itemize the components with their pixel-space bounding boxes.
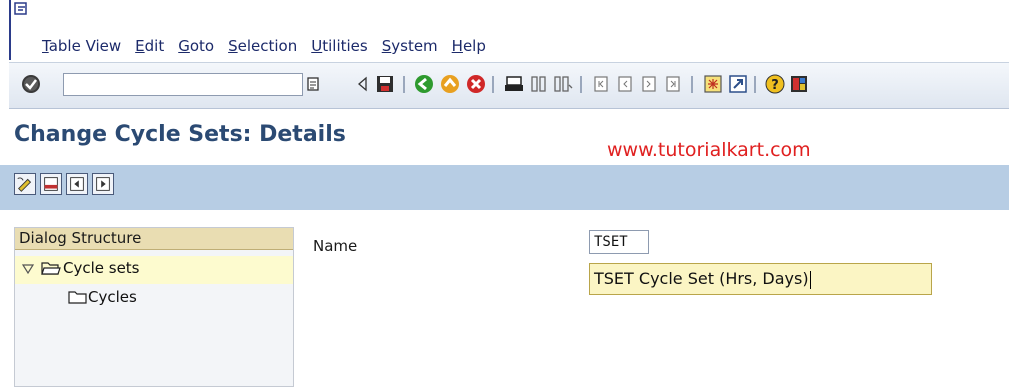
last-page-icon[interactable] <box>662 73 684 95</box>
menu-utilities[interactable]: Utilities <box>311 37 367 57</box>
find-next-icon[interactable] <box>552 73 574 95</box>
print-icon[interactable] <box>503 73 525 95</box>
delete-entry-icon[interactable] <box>40 173 62 195</box>
prev-page-icon[interactable] <box>614 73 636 95</box>
enter-icon[interactable] <box>20 73 42 95</box>
new-session-icon[interactable] <box>702 73 724 95</box>
open-folder-icon <box>41 262 61 275</box>
toolbar-separator <box>754 76 756 93</box>
system-menu-icon[interactable] <box>14 2 28 16</box>
display-change-icon[interactable] <box>14 173 36 195</box>
shortcut-icon[interactable] <box>727 73 749 95</box>
toolbar-separator <box>403 76 405 93</box>
help-icon[interactable]: ? <box>764 73 786 95</box>
application-toolbar <box>0 165 1009 210</box>
description-text: TSET Cycle Set (Hrs, Days) <box>594 269 809 288</box>
description-field[interactable]: TSET Cycle Set (Hrs, Days) <box>589 263 932 295</box>
cancel-icon[interactable] <box>465 73 487 95</box>
back-arrow-icon[interactable] <box>352 73 374 95</box>
tree-item-label: Cycle sets <box>63 259 140 277</box>
exit-icon[interactable] <box>439 73 461 95</box>
menu-items: Table View Edit Goto Selection Utilities… <box>42 37 500 57</box>
first-page-icon[interactable] <box>590 73 612 95</box>
back-icon[interactable] <box>413 73 435 95</box>
menu-edit[interactable]: Edit <box>135 37 164 57</box>
toolbar-separator <box>492 76 494 93</box>
command-history-icon[interactable] <box>303 73 325 95</box>
toolbar-separator <box>691 76 693 93</box>
tree-item-cycles[interactable]: Cycles <box>15 285 293 313</box>
menu-selection[interactable]: Selection <box>228 37 297 57</box>
text-cursor <box>809 270 811 289</box>
expand-triangle-icon[interactable] <box>22 263 34 275</box>
previous-entry-icon[interactable] <box>66 173 88 195</box>
watermark-text: www.tutorialkart.com <box>607 139 811 161</box>
name-field[interactable]: TSET <box>589 230 649 254</box>
save-icon[interactable] <box>374 73 396 95</box>
dialog-structure-header: Dialog Structure <box>15 228 293 250</box>
find-icon[interactable] <box>528 73 550 95</box>
menu-help[interactable]: Help <box>452 37 486 57</box>
name-label: Name <box>313 237 358 255</box>
tree-item-label: Cycles <box>88 288 137 306</box>
next-entry-icon[interactable] <box>92 173 114 195</box>
next-page-icon[interactable] <box>638 73 660 95</box>
menu-goto[interactable]: Goto <box>178 37 214 57</box>
toolbar-separator <box>580 76 582 93</box>
menu-table-view[interactable]: Table View <box>42 37 121 57</box>
customize-layout-icon[interactable] <box>788 73 810 95</box>
menu-bar: Table View Edit Goto Selection Utilities… <box>0 0 1009 60</box>
window-left-border <box>9 0 11 60</box>
svg-text:?: ? <box>771 78 779 93</box>
tree-item-cycle-sets[interactable]: Cycle sets <box>15 256 293 284</box>
menu-system[interactable]: System <box>382 37 438 57</box>
page-title: Change Cycle Sets: Details <box>14 122 346 147</box>
folder-icon <box>68 291 87 304</box>
command-field[interactable] <box>63 73 303 96</box>
